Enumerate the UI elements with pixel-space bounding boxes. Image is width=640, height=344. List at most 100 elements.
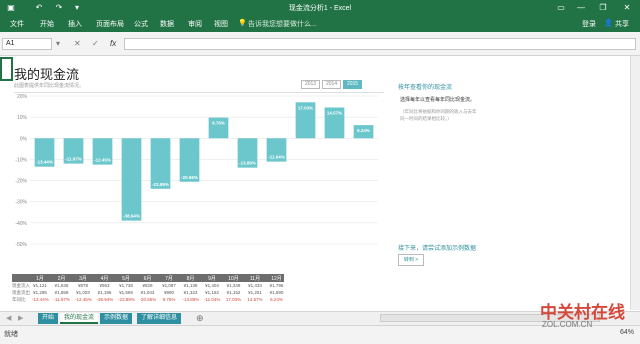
table-cell[interactable]: -11.04%: [204, 297, 220, 302]
vertical-scrollbar[interactable]: [630, 56, 640, 310]
side-heading: 按年查看你的现金流: [398, 85, 453, 91]
page-title: 我的现金流: [14, 67, 80, 82]
table-cell[interactable]: -38.94%: [97, 297, 114, 302]
year-button-2015[interactable]: 2015: [343, 80, 362, 89]
year-button-2013[interactable]: 2013: [301, 80, 320, 89]
table-cell[interactable]: ¥1,796: [269, 283, 285, 288]
table-month-header: 12月: [271, 276, 282, 282]
name-box[interactable]: A1: [2, 38, 52, 50]
minimize-icon[interactable]: —: [574, 2, 588, 14]
table-cell[interactable]: ¥1,569: [118, 290, 134, 295]
table-cell[interactable]: ¥1,152: [226, 290, 242, 295]
tab-review[interactable]: 审阅: [188, 19, 202, 29]
table-cell[interactable]: ¥878: [75, 283, 91, 288]
table-cell[interactable]: ¥1,636: [54, 283, 70, 288]
table-cell[interactable]: -12.45%: [75, 297, 92, 302]
table-cell[interactable]: ¥1,690: [269, 290, 285, 295]
data-label: -13.44%: [36, 160, 53, 165]
bar: [121, 138, 142, 221]
insert-function-icon[interactable]: fx: [110, 39, 116, 48]
table-cell[interactable]: 17.03%: [226, 297, 242, 302]
side-text: 选择每年以查看每年同比现金流。: [400, 97, 476, 103]
table-cell[interactable]: ¥1,139: [183, 283, 199, 288]
tell-me-box[interactable]: 告诉我您想要做什么...: [248, 19, 317, 29]
table-cell[interactable]: 9.76%: [161, 297, 177, 302]
y-tick-label: 10%: [17, 115, 28, 121]
tab-formulas[interactable]: 公式: [134, 19, 148, 29]
table-month-header: 2月: [57, 276, 66, 282]
table-month-header: 11月: [249, 276, 261, 282]
data-label: 6.24%: [357, 128, 370, 133]
table-cell[interactable]: ¥1,323: [183, 290, 199, 295]
zoom-level[interactable]: 64%: [620, 329, 634, 336]
login-button[interactable]: 登录: [582, 19, 596, 29]
table-cell[interactable]: -13.89%: [183, 297, 200, 302]
table-month-header: 9月: [208, 276, 216, 282]
tab-scroll-left-icon[interactable]: ◀: [6, 314, 11, 322]
y-tick-label: 0%: [20, 136, 28, 142]
table-cell[interactable]: ¥1,087: [161, 283, 177, 288]
add-sheet-icon[interactable]: ⊕: [196, 313, 204, 324]
table-cell[interactable]: ¥1,433: [247, 283, 263, 288]
table-cell[interactable]: ¥1,295: [32, 290, 48, 295]
table-cell[interactable]: ¥1,043: [140, 290, 156, 295]
table-cell[interactable]: -20.56%: [140, 297, 157, 302]
table-month-header: 10月: [228, 276, 239, 282]
table-cell[interactable]: 6.24%: [269, 297, 285, 302]
cancel-icon[interactable]: ✕: [74, 39, 81, 48]
table-cell[interactable]: ¥1,003: [75, 290, 91, 295]
table-cell[interactable]: -23.89%: [118, 297, 135, 302]
formula-input[interactable]: [124, 38, 636, 50]
table-cell[interactable]: 14.57%: [247, 297, 263, 302]
name-box-dropdown-icon[interactable]: ▾: [56, 39, 60, 48]
tab-page-layout[interactable]: 页面布局: [96, 19, 124, 29]
goto-sample-button[interactable]: 转到 >: [398, 254, 424, 266]
table-cell[interactable]: ¥990: [161, 290, 177, 295]
next-step-heading: 接下来，请尝试添加示例数据: [398, 246, 477, 252]
tab-scroll-right-icon[interactable]: ▶: [18, 314, 23, 322]
tab-file[interactable]: 文件: [10, 19, 24, 29]
table-month-header: 3月: [79, 276, 87, 282]
table-cell[interactable]: ¥1,196: [97, 290, 113, 295]
table-cell[interactable]: ¥1,251: [247, 290, 263, 295]
enter-icon[interactable]: ✓: [92, 39, 99, 48]
tab-insert[interactable]: 插入: [68, 19, 82, 29]
data-label: 17.03%: [298, 105, 313, 110]
year-button-2014[interactable]: 2014: [322, 80, 341, 89]
table-cell[interactable]: -13.44%: [32, 297, 49, 302]
restore-icon[interactable]: ❐: [596, 2, 610, 14]
tab-home[interactable]: 开始: [40, 19, 54, 29]
y-tick-label: -10%: [15, 157, 27, 163]
table-cell[interactable]: ¥1,404: [204, 283, 220, 288]
selected-cell[interactable]: [0, 57, 13, 81]
table-month-header: 8月: [186, 276, 195, 282]
table-row-label: 现金流出: [12, 290, 30, 295]
data-label: -13.89%: [239, 161, 256, 166]
close-icon[interactable]: ✕: [620, 2, 634, 14]
table-cell[interactable]: ¥953: [97, 283, 113, 288]
tab-view[interactable]: 视图: [214, 19, 228, 29]
status-ready: 就绪: [4, 331, 18, 338]
data-label: -12.45%: [94, 158, 111, 163]
sheet-tab-my-cashflow[interactable]: 我的现金流: [60, 313, 99, 324]
tab-data[interactable]: 数据: [160, 19, 174, 29]
y-tick-label: 20%: [17, 94, 28, 100]
sheet-tab-sample-data[interactable]: 示例数据: [100, 313, 133, 324]
watermark-url: ZOL.COM.CN: [542, 320, 593, 329]
sheet-tab-start[interactable]: 开始: [38, 313, 59, 324]
table-cell[interactable]: ¥1,738: [118, 283, 134, 288]
share-button[interactable]: 共享: [615, 19, 629, 29]
table-cell[interactable]: ¥1,121: [32, 283, 48, 288]
table-cell[interactable]: ¥829: [140, 283, 156, 288]
ribbon-tabs: 文件 开始 插入 页面布局 公式 数据 审阅 视图 💡 告诉我您想要做什么...…: [0, 16, 640, 32]
table-cell[interactable]: ¥1,349: [226, 283, 242, 288]
data-label: -20.56%: [181, 175, 198, 180]
table-cell[interactable]: -11.97%: [54, 297, 70, 302]
table-row-label: 年同比: [12, 297, 26, 302]
table-cell[interactable]: ¥1,152: [204, 290, 220, 295]
table-cell[interactable]: ¥1,858: [54, 290, 70, 295]
table-month-header: 5月: [122, 276, 130, 282]
sheet-tab-learn-more[interactable]: 了解详细信息: [137, 313, 182, 324]
ribbon-display-icon[interactable]: ▭: [554, 2, 568, 14]
table-month-header: 6月: [143, 276, 152, 282]
